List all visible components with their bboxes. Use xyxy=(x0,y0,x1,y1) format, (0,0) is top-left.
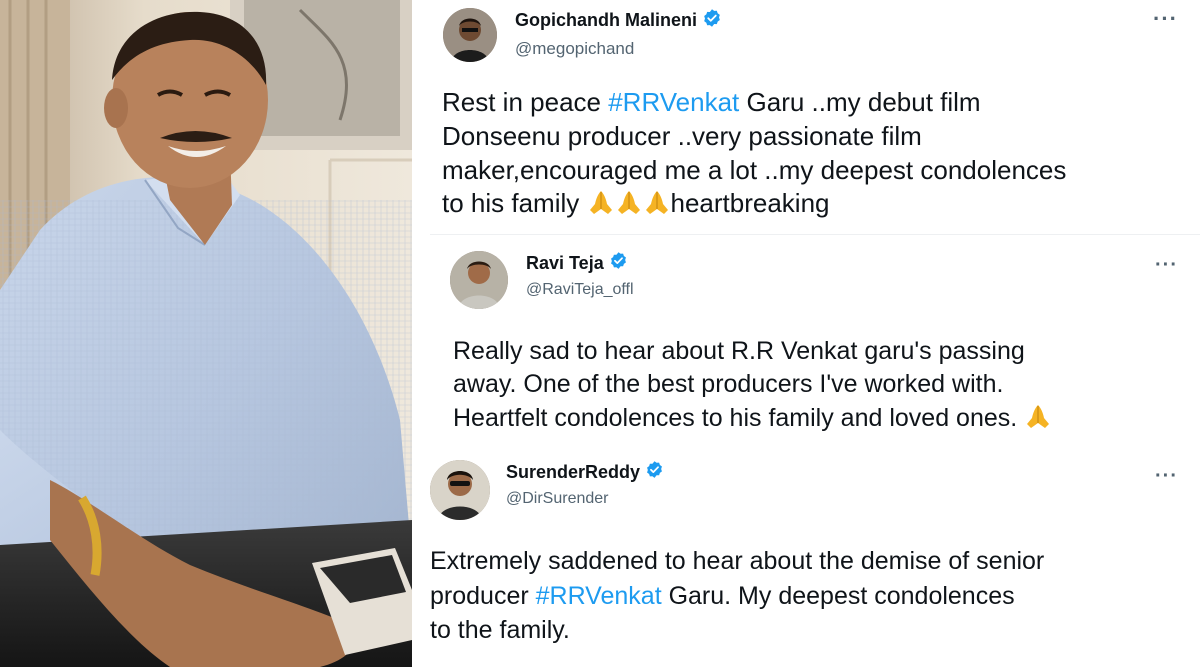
verified-badge-icon xyxy=(609,251,628,275)
tweet-card-surender-reddy: SurenderReddy @DirSurender ··· Extremely… xyxy=(416,444,1200,667)
tweet-header: Ravi Teja @RaviTeja_offl xyxy=(450,251,634,309)
portrait-photo xyxy=(0,0,412,667)
tweet-header: SurenderReddy @DirSurender xyxy=(430,460,664,520)
tweet-text-part: heartbreaking xyxy=(670,188,830,219)
verified-badge-icon xyxy=(645,460,664,484)
folded-hands-icon xyxy=(615,188,643,225)
avatar[interactable] xyxy=(430,460,490,520)
tweet-header: Gopichandh Malineni @megopichand xyxy=(443,8,722,62)
tweet-text-part: Really sad to hear about R.R Venkat garu… xyxy=(453,337,1025,432)
display-name[interactable]: Gopichandh Malineni xyxy=(515,10,697,31)
verified-badge-icon xyxy=(702,8,722,33)
more-horizontal-icon[interactable]: ··· xyxy=(1153,8,1178,30)
more-horizontal-icon[interactable]: ··· xyxy=(1155,466,1178,486)
display-name[interactable]: Ravi Teja xyxy=(526,253,604,274)
avatar[interactable] xyxy=(443,8,497,62)
user-handle[interactable]: @megopichand xyxy=(515,39,722,59)
more-horizontal-icon[interactable]: ··· xyxy=(1155,255,1178,275)
hashtag-link[interactable]: #RRVenkat xyxy=(608,87,739,117)
tweet-text: Extremely saddened to hear about the dem… xyxy=(430,544,1190,648)
folded-hands-icon xyxy=(643,188,671,225)
tweet-text-part: Rest in peace xyxy=(442,87,609,117)
hashtag-link[interactable]: #RRVenkat xyxy=(536,582,662,610)
folded-hands-icon xyxy=(587,188,615,225)
tweet-card-gopichandh: Gopichandh Malineni @megopichand ··· Res… xyxy=(416,0,1200,234)
folded-hands-icon xyxy=(1024,402,1052,439)
collage-canvas: Gopichandh Malineni @megopichand ··· Res… xyxy=(0,0,1200,667)
tweet-text: Rest in peace #RRVenkat Garu ..my debut … xyxy=(442,86,1187,225)
user-handle[interactable]: @DirSurender xyxy=(506,490,664,508)
display-name[interactable]: SurenderReddy xyxy=(506,462,640,483)
tweet-card-ravi-teja: Ravi Teja @RaviTeja_offl ··· Really sad … xyxy=(430,234,1200,446)
user-handle[interactable]: @RaviTeja_offl xyxy=(526,281,634,299)
avatar[interactable] xyxy=(450,251,508,309)
tweet-text: Really sad to hear about R.R Venkat garu… xyxy=(453,335,1193,439)
